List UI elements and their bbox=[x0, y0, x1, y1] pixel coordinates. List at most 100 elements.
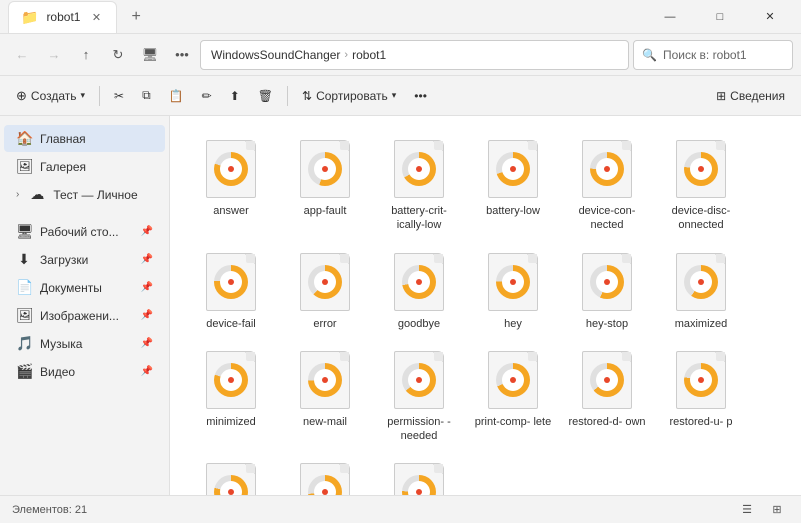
music-ring-outer bbox=[308, 265, 342, 299]
list-item[interactable]: WELCOME bbox=[280, 455, 370, 495]
sidebar-item-video[interactable]: 🎬 Видео 📌 bbox=[4, 358, 165, 385]
create-button[interactable]: ⊕ Создать ▾ bbox=[8, 81, 93, 111]
back-button[interactable]: ← bbox=[8, 41, 36, 69]
list-item[interactable]: battery-low bbox=[468, 132, 558, 241]
file-name: hey bbox=[504, 317, 522, 331]
expander-icon: › bbox=[16, 189, 19, 200]
sidebar-documents-label: Документы bbox=[40, 281, 102, 295]
file-name: minimized bbox=[206, 415, 256, 429]
minimize-button[interactable]: — bbox=[647, 0, 693, 34]
search-bar[interactable]: 🔍 Поиск в: robot1 bbox=[633, 40, 793, 70]
file-icon-wrapper bbox=[485, 351, 541, 411]
active-tab[interactable]: 📁 robot1 ✕ bbox=[8, 1, 117, 33]
view-controls: ☰ ⊞ bbox=[735, 498, 789, 522]
sidebar-item-images[interactable]: 🖼 Изображени... 📌 bbox=[4, 302, 165, 329]
sidebar-item-cloud[interactable]: › ☁ Тест — Личное bbox=[4, 181, 165, 208]
cut-button[interactable]: ✂ bbox=[106, 81, 132, 111]
list-item[interactable]: device-disc-onnected bbox=[656, 132, 746, 241]
list-item[interactable]: permission- -needed bbox=[374, 343, 464, 452]
sidebar-item-music[interactable]: 🎵 Музыка 📌 bbox=[4, 330, 165, 357]
list-item[interactable]: hey-stop bbox=[562, 245, 652, 339]
music-icon: 🎵 bbox=[16, 335, 32, 352]
toolbar-more-button[interactable]: ••• bbox=[406, 81, 435, 111]
file-page bbox=[488, 253, 538, 311]
refresh-button[interactable]: ↻ bbox=[104, 41, 132, 69]
music-ring-inner bbox=[408, 271, 430, 293]
file-name: hey-stop bbox=[586, 317, 628, 331]
list-item[interactable]: answer bbox=[186, 132, 276, 241]
list-item[interactable]: app-fault bbox=[280, 132, 370, 241]
up-button[interactable]: ↑ bbox=[72, 41, 100, 69]
list-item[interactable]: hey bbox=[468, 245, 558, 339]
maximize-button[interactable]: □ bbox=[697, 0, 743, 34]
music-badge bbox=[402, 265, 436, 299]
close-button[interactable]: ✕ bbox=[747, 0, 793, 34]
file-page bbox=[300, 463, 350, 495]
music-dot bbox=[228, 279, 234, 285]
list-item[interactable]: goodbye bbox=[374, 245, 464, 339]
list-item[interactable]: minimized bbox=[186, 343, 276, 452]
tab-title: robot1 bbox=[46, 10, 80, 24]
list-item[interactable]: device-fail bbox=[186, 245, 276, 339]
tab-close-button[interactable]: ✕ bbox=[88, 9, 104, 25]
file-page bbox=[300, 140, 350, 198]
list-item[interactable]: theme-cha- nge bbox=[186, 455, 276, 495]
music-ring-inner bbox=[502, 369, 524, 391]
list-item[interactable]: device-con-nected bbox=[562, 132, 652, 241]
sidebar-downloads-label: Загрузки bbox=[40, 253, 88, 267]
home-icon: 🏠 bbox=[16, 130, 32, 147]
music-ring-outer bbox=[308, 152, 342, 186]
list-item[interactable]: windows-s- hutting-do- wn bbox=[374, 455, 464, 495]
new-tab-button[interactable]: + bbox=[123, 4, 148, 30]
grid-view-button[interactable]: ⊞ bbox=[765, 498, 789, 522]
music-badge bbox=[496, 265, 530, 299]
sidebar-item-desktop[interactable]: 🖥 Рабочий сто... 📌 bbox=[4, 218, 165, 245]
list-item[interactable]: new-mail bbox=[280, 343, 370, 452]
music-badge bbox=[214, 475, 248, 495]
rename-button[interactable]: ✏ bbox=[194, 81, 220, 111]
sidebar-item-downloads[interactable]: ⬇ Загрузки 📌 bbox=[4, 246, 165, 273]
list-item[interactable]: maximized bbox=[656, 245, 746, 339]
list-item[interactable]: battery-crit-ically-low bbox=[374, 132, 464, 241]
list-item[interactable]: restored-u- p bbox=[656, 343, 746, 452]
file-page bbox=[394, 351, 444, 409]
music-dot bbox=[698, 166, 704, 172]
music-ring-inner bbox=[314, 158, 336, 180]
music-badge bbox=[684, 363, 718, 397]
file-name: restored-u- p bbox=[670, 415, 733, 429]
sidebar-divider bbox=[0, 209, 169, 217]
music-ring-outer bbox=[308, 363, 342, 397]
list-item[interactable]: restored-d- own bbox=[562, 343, 652, 452]
list-item[interactable]: print-comp- lete bbox=[468, 343, 558, 452]
music-badge bbox=[590, 265, 624, 299]
details-button[interactable]: ⊞ Сведения bbox=[708, 81, 793, 111]
search-icon: 🔍 bbox=[642, 48, 657, 62]
file-page bbox=[488, 351, 538, 409]
breadcrumb[interactable]: WindowsSoundChanger › robot1 bbox=[200, 40, 629, 70]
list-item[interactable]: error bbox=[280, 245, 370, 339]
details-label: Сведения bbox=[730, 89, 785, 103]
sort-button[interactable]: ⇅ Сортировать ▾ bbox=[294, 81, 404, 111]
music-dot bbox=[698, 377, 704, 383]
sidebar-item-documents[interactable]: 📄 Документы 📌 bbox=[4, 274, 165, 301]
music-ring-inner bbox=[690, 158, 712, 180]
music-ring-outer bbox=[402, 265, 436, 299]
more-nav-button[interactable]: ••• bbox=[168, 41, 196, 69]
forward-button[interactable]: → bbox=[40, 41, 68, 69]
share-button[interactable]: ⬆ bbox=[222, 81, 248, 111]
sidebar-item-home[interactable]: 🏠 Главная bbox=[4, 125, 165, 152]
sidebar-item-gallery[interactable]: 🖼 Галерея bbox=[4, 153, 165, 180]
file-icon-wrapper bbox=[485, 253, 541, 313]
title-bar: 📁 robot1 ✕ + — □ ✕ bbox=[0, 0, 801, 34]
item-count: Элементов: 21 bbox=[12, 504, 87, 516]
pin-icon-4: 📌 bbox=[141, 310, 153, 321]
file-name: restored-d- own bbox=[568, 415, 645, 429]
music-ring-inner bbox=[690, 369, 712, 391]
paste-button[interactable]: 📋 bbox=[161, 81, 192, 111]
display-button[interactable]: 🖥 bbox=[136, 41, 164, 69]
gallery-icon: 🖼 bbox=[16, 158, 32, 175]
pin-icon-2: 📌 bbox=[141, 254, 153, 265]
list-view-button[interactable]: ☰ bbox=[735, 498, 759, 522]
delete-button[interactable]: 🗑 bbox=[250, 81, 281, 111]
copy-button[interactable]: ⧉ bbox=[134, 81, 159, 111]
